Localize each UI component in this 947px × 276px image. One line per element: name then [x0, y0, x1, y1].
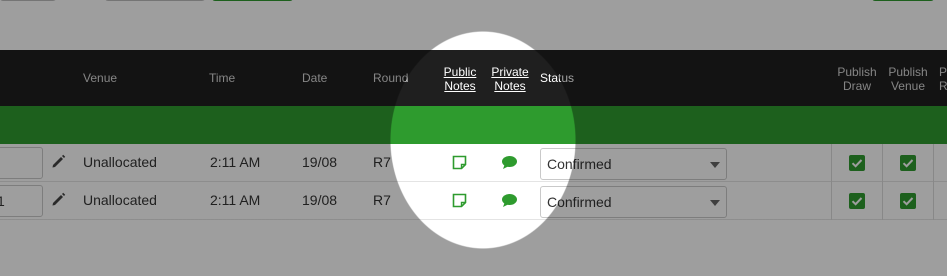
table-header: Venue Time Date Round Public Notes Priva… — [0, 50, 947, 106]
column-divider — [831, 182, 832, 220]
col-header-time: Time — [209, 71, 236, 85]
pencil-icon[interactable] — [50, 153, 67, 170]
venue-cell: Unallocated — [83, 154, 157, 170]
col-header-private-notes[interactable]: Private Notes — [488, 65, 532, 93]
table-row: 1 Unallocated 2:11 AM 19/08 R7 Confirmed — [0, 182, 947, 220]
column-divider — [933, 182, 934, 220]
col-header-venue: Venue — [83, 71, 118, 85]
col-header-round: Round — [373, 71, 409, 85]
toolbar-button[interactable] — [212, 0, 293, 1]
publish-draw-checkbox[interactable] — [849, 155, 865, 171]
check-icon — [851, 159, 863, 168]
col-header-publish-venue: Publish Venue — [888, 65, 928, 93]
table-row: Unallocated 2:11 AM 19/08 R7 Confirmed — [0, 144, 947, 182]
chevron-down-icon — [710, 200, 720, 206]
column-divider — [831, 144, 832, 182]
column-divider — [933, 144, 934, 182]
col-header-public-notes[interactable]: Public Notes — [438, 65, 482, 93]
round-cell: R7 — [373, 154, 391, 170]
publish-draw-checkbox[interactable] — [849, 193, 865, 209]
col-header-date: Date — [302, 71, 328, 85]
round-cell: R7 — [373, 192, 391, 208]
pencil-icon[interactable] — [50, 191, 67, 208]
filter-input[interactable] — [0, 0, 56, 1]
filter-select[interactable] — [105, 0, 205, 1]
time-cell: 2:11 AM — [210, 154, 261, 170]
check-icon — [851, 197, 863, 206]
venue-cell: Unallocated — [83, 192, 157, 208]
time-cell: 2:11 AM — [210, 192, 261, 208]
check-icon — [902, 197, 914, 206]
status-select-value: Confirmed — [547, 194, 612, 210]
row-field-input[interactable] — [0, 147, 43, 179]
chevron-down-icon — [710, 162, 720, 168]
status-select[interactable]: Confirmed — [540, 186, 727, 218]
col-header-publish-cut: P R — [939, 65, 947, 93]
publish-venue-checkbox[interactable] — [900, 193, 916, 209]
note-icon[interactable] — [452, 155, 467, 170]
chat-bubble-icon[interactable] — [501, 155, 518, 170]
col-header-status: Status — [540, 71, 575, 85]
date-cell: 19/08 — [302, 192, 338, 208]
check-icon — [902, 159, 914, 168]
date-cell: 19/08 — [302, 154, 338, 170]
status-select[interactable]: Confirmed — [540, 148, 727, 180]
col-header-publish-draw: Publish Draw — [837, 65, 877, 93]
chat-bubble-icon[interactable] — [501, 193, 518, 208]
column-divider — [882, 182, 883, 220]
row-field-input[interactable]: 1 — [0, 185, 43, 217]
note-icon[interactable] — [452, 193, 467, 208]
group-bar — [0, 106, 947, 144]
toolbar-button-right[interactable] — [872, 0, 934, 1]
top-toolbar — [0, 0, 947, 50]
status-select-value: Confirmed — [547, 156, 612, 172]
column-divider — [882, 144, 883, 182]
publish-venue-checkbox[interactable] — [900, 155, 916, 171]
